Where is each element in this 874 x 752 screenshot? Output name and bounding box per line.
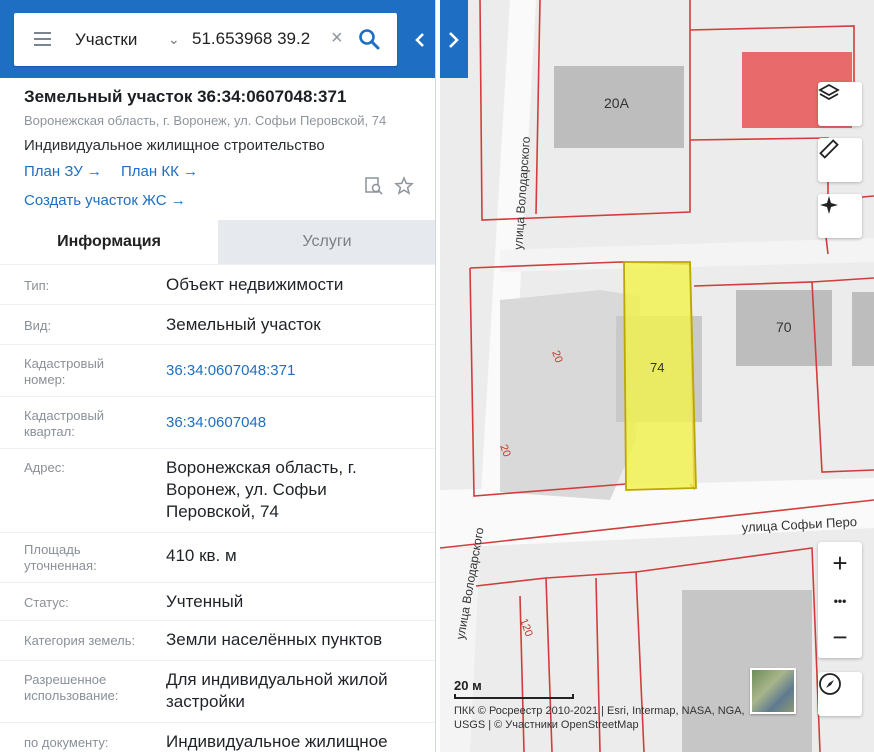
plan-kk-link[interactable]: План КК →	[121, 163, 198, 180]
info-label: Кадастровый номер:	[24, 356, 105, 387]
lot-label-120: 120	[517, 617, 535, 638]
info-row-area: Площадь уточненная: 410 кв. м	[0, 532, 435, 582]
info-tabs: Информация Услуги	[0, 220, 435, 264]
search-icon[interactable]	[357, 27, 381, 51]
building-label-20a: 20А	[604, 95, 630, 111]
search-input[interactable]	[192, 27, 322, 51]
info-label: Тип:	[24, 278, 50, 293]
scale-label: 20 м	[454, 678, 482, 693]
compass-button[interactable]	[818, 672, 862, 716]
compass-icon	[819, 673, 841, 695]
info-value: 410 кв. м	[166, 546, 237, 565]
layers-icon	[818, 83, 840, 101]
locate-button[interactable]	[818, 194, 862, 238]
parcel-address-short: Воронежская область, г. Воронеж, ул. Соф…	[24, 113, 387, 128]
report-search-icon[interactable]	[364, 176, 384, 196]
sparkle-icon	[820, 196, 838, 214]
menu-icon[interactable]	[34, 32, 51, 46]
info-row-land-category: Категория земель: Земли населённых пункт…	[0, 620, 435, 660]
info-value: Земли населённых пунктов	[166, 630, 383, 649]
zoom-out-button[interactable]: −	[818, 618, 862, 656]
zoom-in-button[interactable]: +	[818, 544, 862, 582]
map-canvas[interactable]: 20А 70 74 улица Володарского улица Волод…	[440, 0, 874, 752]
cadastral-quarter-link[interactable]: 36:34:0607048	[166, 412, 416, 434]
info-label: Разрешенное использование:	[24, 672, 119, 703]
measure-button[interactable]	[818, 138, 862, 182]
info-row-cadastral-quarter: Кадастровый квартал: 36:34:0607048	[0, 396, 435, 448]
chevron-down-icon[interactable]: ⌄	[168, 31, 180, 48]
info-row-permitted-use: Разрешенное использование: Для индивидуа…	[0, 660, 435, 722]
collapse-panel-icon[interactable]	[408, 26, 432, 54]
parcel-title: Земельный участок 36:34:0607048:371	[24, 87, 347, 106]
top-bar: Участки ⌄ ×	[0, 0, 435, 78]
parcel-usage: Индивидуальное жилищное строительство	[24, 137, 325, 154]
expand-panel-button[interactable]	[440, 0, 468, 78]
info-value: Учтенный	[166, 592, 244, 611]
info-value: Земельный участок	[166, 315, 321, 334]
info-row-by-document: по документу: Индивидуальное жилищное	[0, 722, 435, 752]
search-box[interactable]: Участки ⌄ ×	[14, 13, 397, 66]
info-label: Категория земель:	[24, 633, 136, 648]
map-attribution: ПКК © Росреестр 2010-2021 | Esri, Interm…	[454, 705, 745, 731]
zoom-controls: + ••• −	[818, 542, 862, 658]
info-value: Для индивидуальной жилой застройки	[166, 670, 388, 711]
star-icon[interactable]	[394, 176, 414, 196]
more-button[interactable]: •••	[818, 582, 862, 620]
cadastral-map[interactable]: 20А 70 74 улица Володарского улица Волод…	[440, 0, 874, 752]
info-value: Воронежская область, г. Воронеж, ул. Соф…	[166, 458, 357, 521]
info-label: Вид:	[24, 318, 52, 333]
plan-zu-link[interactable]: План ЗУ →	[24, 163, 102, 180]
layers-button[interactable]	[818, 82, 862, 126]
building-label-70: 70	[776, 319, 792, 335]
building-edge	[852, 292, 874, 366]
selected-parcel-74[interactable]	[623, 261, 697, 491]
category-select[interactable]: Участки	[75, 30, 137, 50]
parcel-label-74: 74	[650, 360, 664, 375]
info-row-cadastral-number: Кадастровый номер: 36:34:0607048:371	[0, 344, 435, 396]
parcel-info-panel: Участки ⌄ × Земельный участок 36:34:0607…	[0, 0, 436, 752]
info-row-address: Адрес: Воронежская область, г. Воронеж, …	[0, 448, 435, 532]
info-label: по документу:	[24, 735, 109, 750]
tab-information[interactable]: Информация	[0, 220, 218, 264]
info-label: Статус:	[24, 595, 69, 610]
info-value: Объект недвижимости	[166, 275, 344, 294]
info-label: Кадастровый квартал:	[24, 408, 105, 439]
tab-services[interactable]: Услуги	[218, 220, 435, 264]
cadastral-number-link[interactable]: 36:34:0607048:371	[166, 360, 416, 382]
scale-bar	[454, 694, 574, 699]
info-value: Индивидуальное жилищное	[166, 732, 388, 751]
basemap-thumbnail[interactable]	[750, 668, 796, 714]
info-label: Адрес:	[24, 460, 65, 475]
info-row-kind: Вид: Земельный участок	[0, 304, 435, 344]
info-row-type: Тип: Объект недвижимости	[0, 264, 435, 304]
info-row-status: Статус: Учтенный	[0, 582, 435, 620]
create-zhs-link[interactable]: Создать участок ЖС →	[24, 192, 186, 209]
chevron-right-icon	[449, 32, 459, 48]
ruler-icon	[819, 139, 839, 159]
info-label: Площадь уточненная:	[24, 542, 97, 573]
clear-icon[interactable]: ×	[331, 27, 343, 49]
